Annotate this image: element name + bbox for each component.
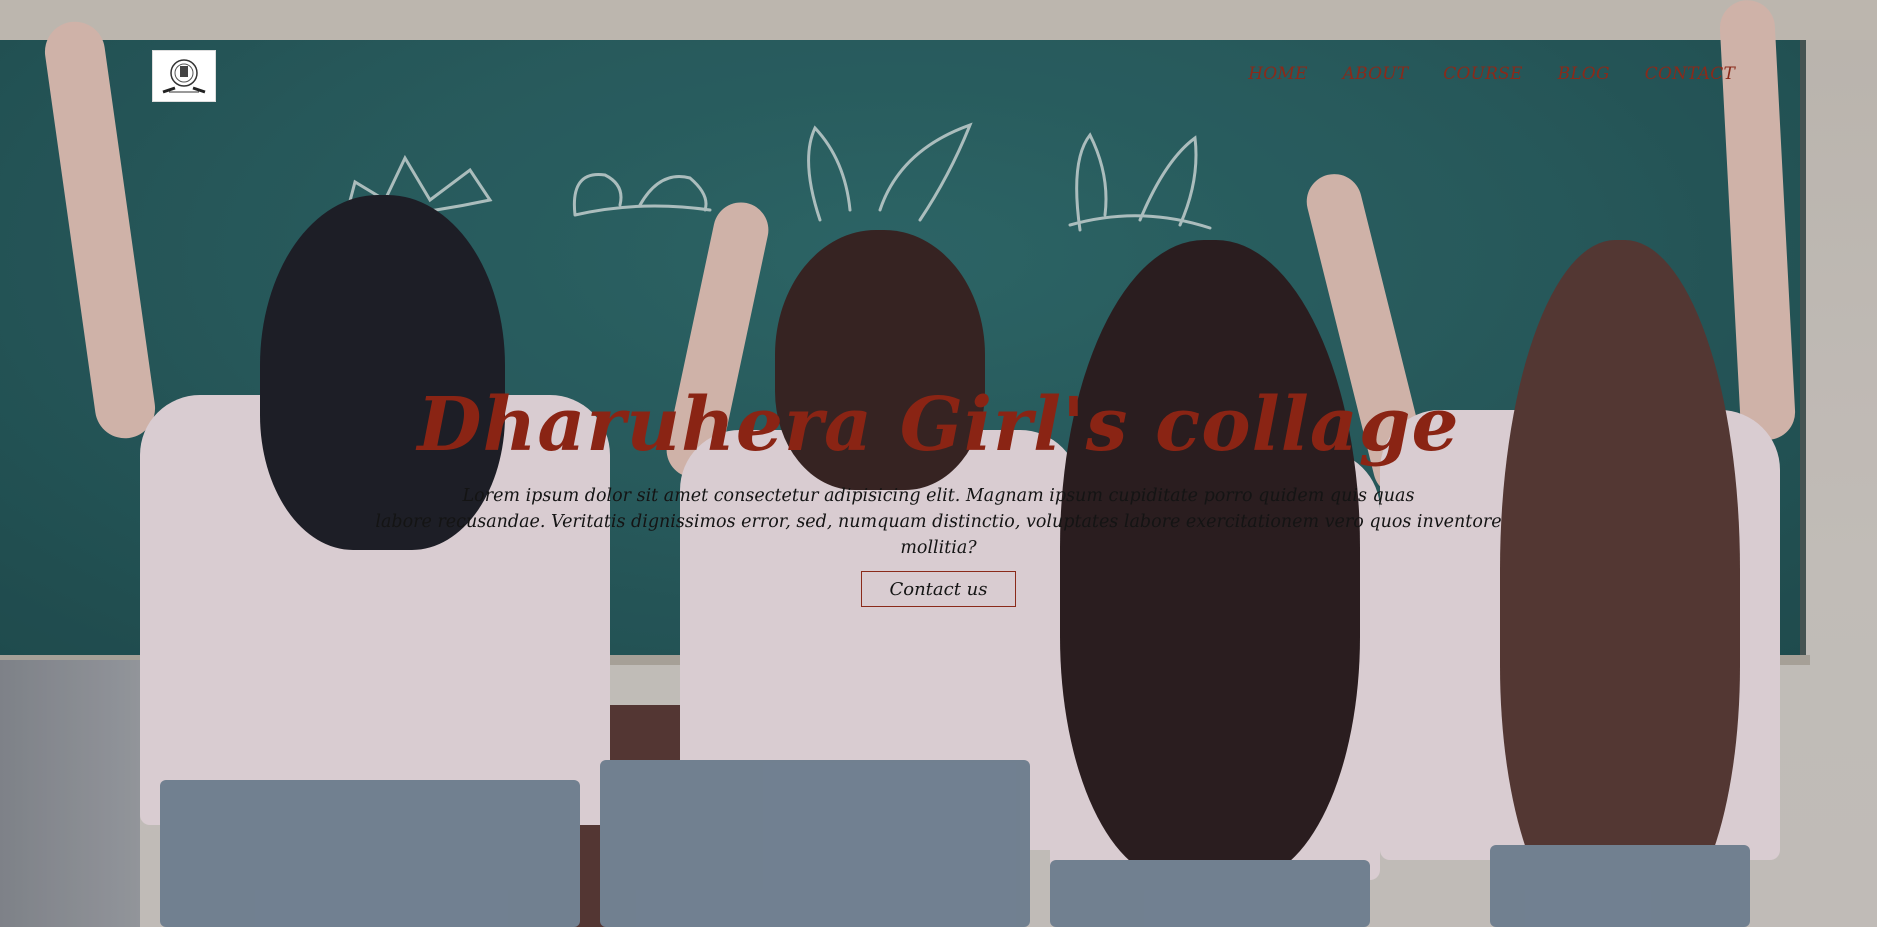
nav-contact[interactable]: CONTACT xyxy=(1645,64,1735,84)
hero-description-line: labore recusandae. Veritatis dignissimos… xyxy=(375,512,1502,558)
hero-description: Lorem ipsum dolor sit amet consectetur a… xyxy=(339,483,1539,561)
hero-description-line: Lorem ipsum dolor sit amet consectetur a… xyxy=(462,486,1415,506)
nav-blog[interactable]: BLOG xyxy=(1558,64,1610,84)
hero-section: Dharuhera Girl's collage Lorem ipsum dol… xyxy=(0,375,1877,607)
site-logo[interactable] xyxy=(152,50,216,102)
contact-us-button[interactable]: Contact us xyxy=(861,571,1016,607)
main-nav: HOME ABOUT COURSE BLOG CONTACT xyxy=(1213,64,1735,84)
nav-home[interactable]: HOME xyxy=(1248,64,1307,84)
hero-title: Dharuhera Girl's collage xyxy=(417,382,1460,468)
nav-about[interactable]: ABOUT xyxy=(1343,64,1409,84)
emblem-icon xyxy=(162,59,206,94)
nav-course[interactable]: COURSE xyxy=(1443,64,1522,84)
